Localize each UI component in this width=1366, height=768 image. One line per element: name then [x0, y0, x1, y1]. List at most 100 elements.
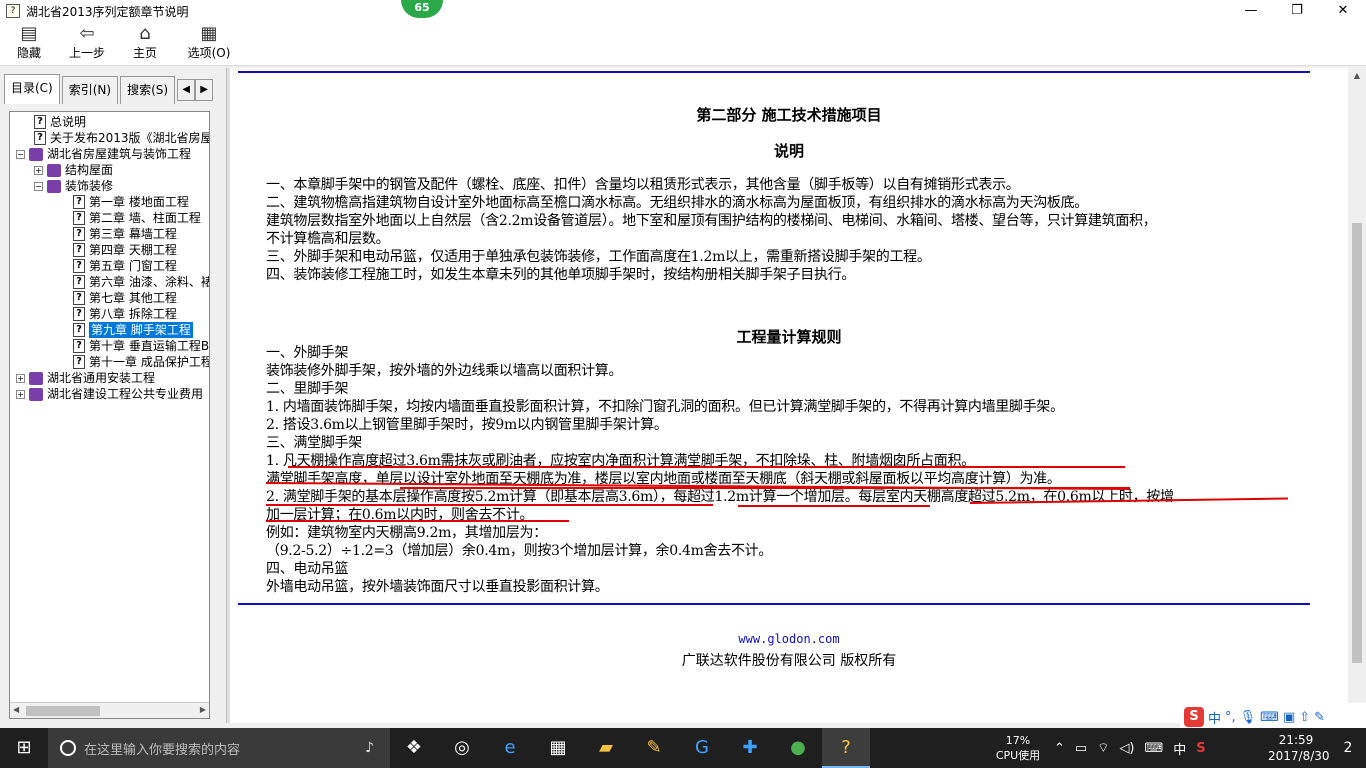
taskbar-search[interactable]: 在这里输入你要搜索的内容 ♪ — [48, 728, 390, 768]
show-hidden-icons-icon[interactable]: ⌃ — [1054, 741, 1065, 756]
file-explorer-icon[interactable]: ▰ — [582, 728, 630, 768]
tree-item[interactable]: − 装饰装修 — [34, 178, 113, 194]
tree-item[interactable]: ? 第十章 垂直运输工程B — [73, 338, 209, 354]
tree-item[interactable]: + 湖北省建设工程公共专业费用 — [16, 386, 203, 402]
annotation-underline — [266, 504, 713, 506]
close-button[interactable]: ✕ — [1320, 0, 1366, 22]
collapse-icon[interactable]: − — [34, 181, 43, 191]
tree-item[interactable]: ? 第四章 天棚工程 — [73, 242, 177, 258]
tree-item[interactable]: + 湖北省通用安装工程 — [16, 370, 155, 386]
tree-item[interactable]: ? 第二章 墙、柱面工程 — [73, 210, 201, 226]
swirl-app-icon[interactable]: ◎ — [438, 728, 486, 768]
clock-date: 2017/8/30 — [1268, 749, 1330, 763]
home-label: 主页 — [132, 46, 157, 60]
microphone-icon[interactable]: 🎙 — [1240, 710, 1257, 725]
tree-item[interactable]: + 结构屋面 — [34, 162, 113, 178]
tab-contents[interactable]: 目录(C) — [4, 74, 60, 104]
content-vertical-scrollbar[interactable]: ▲ ▼ — [1348, 68, 1366, 723]
paragraph: 一、本章脚手架中的钢管及配件（螺栓、底座、扣件）含量均以租赁形式表示，其他含量（… — [266, 177, 1020, 193]
tree-item-label: 结构屋面 — [65, 163, 114, 177]
paragraph: 装饰装修外脚手架，按外墙的外边线乘以墙高以面积计算。 — [266, 363, 623, 379]
back-button[interactable]: ⇦ 上一步 — [58, 22, 116, 65]
tree-item-label: 总说明 — [50, 115, 87, 129]
green-app-icon[interactable]: ● — [774, 728, 822, 768]
home-button[interactable]: ⌂ 主页 — [116, 22, 174, 65]
tree-item[interactable]: ? 第八章 拆除工程 — [73, 306, 177, 322]
help-topic-icon: ? — [73, 307, 85, 321]
tree-item[interactable]: ? 第六章 油漆、涂料、裱 — [73, 274, 209, 290]
sogou-tray-icon[interactable]: S — [1196, 741, 1205, 756]
clock[interactable]: 21:59 2017/8/30 — [1268, 728, 1330, 768]
glodon-link[interactable]: www.glodon.com — [230, 632, 1348, 646]
tree-item[interactable]: ? 第十一章 成品保护工程 — [73, 354, 210, 370]
book-icon — [47, 163, 61, 177]
scroll-up-icon[interactable]: ▲ — [1348, 68, 1366, 84]
hide-button[interactable]: ▤ 隐藏 — [0, 22, 58, 65]
book-icon — [29, 387, 43, 401]
tree-item-label: 第四章 天棚工程 — [89, 243, 177, 257]
tree-item[interactable]: ? 第五章 门窗工程 — [73, 258, 177, 274]
maximize-button[interactable]: ❐ — [1274, 0, 1320, 22]
help-topic-icon: ? — [73, 323, 85, 337]
keyboard-icon[interactable]: ⌨ — [1260, 710, 1279, 725]
search-placeholder: 在这里输入你要搜索的内容 — [84, 742, 241, 758]
cpu-usage[interactable]: 17% CPU使用 — [990, 728, 1046, 768]
tree-item[interactable]: ? 总说明 — [34, 114, 86, 130]
ime-punct-toggle[interactable]: °, — [1225, 710, 1236, 725]
windows-start-icon[interactable]: ⊞ — [0, 728, 48, 768]
microphone-icon[interactable]: ♪ — [365, 740, 374, 756]
tree-item-label: 第十章 垂直运输工程B — [89, 339, 210, 353]
tab-search[interactable]: 搜索(S) — [120, 76, 176, 104]
edge-icon[interactable]: e — [486, 728, 534, 768]
tree-item-label: 湖北省建设工程公共专业费用 — [47, 387, 204, 401]
tree-item-label: 第十一章 成品保护工程 — [89, 355, 210, 369]
notepad-app-icon[interactable]: ✎ — [630, 728, 678, 768]
expand-icon[interactable]: + — [16, 389, 25, 399]
notification-center-icon[interactable]: 2 — [1330, 728, 1366, 768]
help-topic-icon: ? — [73, 195, 85, 209]
scroll-left-icon[interactable]: ◀ — [13, 705, 19, 714]
expand-icon[interactable]: + — [16, 373, 25, 383]
glodon-g-icon[interactable]: G — [678, 728, 726, 768]
tree-item-label: 湖北省房屋建筑与装饰工程 — [47, 147, 192, 161]
keyboard-icon[interactable]: ⌨ — [1145, 741, 1164, 756]
volume-icon[interactable]: ◁) — [1119, 741, 1134, 756]
top-rule — [238, 71, 1310, 73]
network-icon[interactable]: ⌔ — [1097, 740, 1109, 756]
tab-scroll-right-icon[interactable]: ▶ — [195, 79, 214, 101]
tree-item[interactable]: ? 第一章 楼地面工程 — [73, 194, 189, 210]
scrollbar-thumb[interactable] — [26, 706, 100, 716]
collapse-icon[interactable]: − — [16, 149, 25, 159]
upload-icon[interactable]: ⇧ — [1299, 710, 1310, 725]
sogou-logo-icon[interactable]: S — [1184, 707, 1204, 727]
expand-icon[interactable]: + — [34, 165, 43, 175]
store-icon[interactable]: ▦ — [534, 728, 582, 768]
help-app-icon[interactable]: ? — [822, 728, 870, 768]
options-button[interactable]: ▦ 选项(O) — [174, 22, 244, 65]
skin-icon[interactable]: ▣ — [1283, 710, 1295, 725]
paragraph: 2. 搭设3.6m以上钢管里脚手架时，按9m以内钢管里脚手架计算。 — [266, 417, 668, 433]
tree-item-label: 第三章 幕墙工程 — [89, 227, 177, 241]
scrollbar-thumb[interactable] — [1352, 223, 1362, 663]
tree-item[interactable]: ? 第三章 幕墙工程 — [73, 226, 177, 242]
ime-language[interactable]: 中 — [1173, 739, 1186, 758]
tree-item[interactable]: ? 关于发布2013版《湖北省房屋 — [34, 130, 209, 146]
help-topic-icon: ? — [73, 291, 85, 305]
battery-icon[interactable]: ▭ — [1075, 741, 1087, 756]
book-icon — [29, 371, 43, 385]
task-view-icon[interactable]: ❖ — [390, 728, 438, 768]
tab-index[interactable]: 索引(N) — [61, 76, 119, 104]
tree-item[interactable]: ? 第七章 其他工程 — [73, 290, 177, 306]
tree-item[interactable]: ? 第九章 脚手架工程 — [73, 322, 193, 338]
scroll-right-icon[interactable]: ▶ — [200, 705, 206, 714]
paragraph: 四、电动吊篮 — [266, 561, 349, 577]
tree-horizontal-scrollbar[interactable]: ◀ ▶ — [10, 702, 209, 718]
ime-mode-toggle[interactable]: 中 — [1208, 708, 1221, 727]
minimize-button[interactable]: — — [1228, 0, 1274, 22]
plus-app-icon[interactable]: ✚ — [726, 728, 774, 768]
tree-item[interactable]: − 湖北省房屋建筑与装饰工程 — [16, 146, 191, 162]
wrench-icon[interactable]: ✎ — [1314, 710, 1325, 725]
book-icon — [29, 147, 43, 161]
back-label: 上一步 — [68, 46, 105, 60]
tab-scroll-left-icon[interactable]: ◀ — [177, 79, 196, 101]
